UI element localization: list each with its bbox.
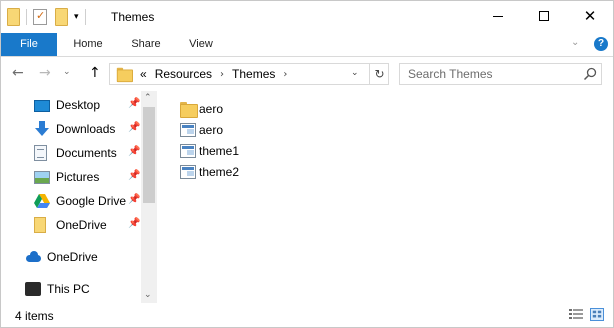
pin-icon[interactable]: 📌 bbox=[128, 122, 140, 133]
sidebar-item-desktop[interactable]: Desktop 📌 bbox=[1, 93, 141, 117]
folder-icon bbox=[116, 67, 133, 83]
tab-home[interactable]: Home bbox=[61, 33, 115, 56]
recent-locations-chevron-icon[interactable]: ⌄ bbox=[63, 67, 71, 77]
sidebar-item-label: Documents bbox=[56, 146, 117, 160]
sidebar-scrollbar[interactable]: ⌃ ⌄ bbox=[141, 91, 157, 303]
navigation-bar: ← → ⌄ ↑ « Resources › Themes › ⌄ ↻ bbox=[1, 57, 613, 91]
maximize-icon bbox=[539, 11, 549, 21]
qat-separator-2 bbox=[84, 9, 86, 25]
file-list: aero aero theme1 theme2 bbox=[158, 91, 613, 303]
theme-file-icon bbox=[180, 123, 196, 137]
list-item[interactable]: theme1 bbox=[180, 141, 239, 161]
onedrive-cloud-icon bbox=[25, 249, 41, 265]
quick-access-toolbar: ▾ bbox=[7, 7, 92, 27]
sidebar-item-pictures[interactable]: Pictures 📌 bbox=[1, 165, 141, 189]
sidebar-item-label: OneDrive bbox=[56, 218, 107, 232]
properties-button[interactable] bbox=[33, 9, 47, 25]
navigation-pane: Desktop 📌 Downloads 📌 Documents 📌 Pictur… bbox=[1, 91, 157, 303]
folder-icon bbox=[180, 102, 198, 118]
breadcrumb-overflow[interactable]: « bbox=[140, 67, 147, 81]
pin-icon[interactable]: 📌 bbox=[128, 98, 140, 109]
breadcrumb-separator-chevron-icon[interactable]: › bbox=[220, 69, 224, 80]
scrollbar-thumb[interactable] bbox=[143, 107, 155, 203]
search-box[interactable] bbox=[399, 63, 602, 85]
sidebar-item-label: Google Drive bbox=[56, 194, 127, 208]
breadcrumb-themes[interactable]: Themes bbox=[232, 67, 275, 81]
file-name: theme1 bbox=[199, 144, 240, 158]
theme-file-icon bbox=[180, 165, 196, 179]
list-item[interactable]: theme2 bbox=[180, 162, 239, 182]
details-view-icon[interactable] bbox=[569, 308, 583, 321]
expand-ribbon-chevron-icon[interactable]: ⌄ bbox=[571, 37, 579, 48]
sidebar-item-label: Downloads bbox=[56, 122, 116, 136]
search-icon[interactable] bbox=[583, 67, 597, 81]
maximize-button[interactable] bbox=[521, 1, 567, 31]
pictures-icon bbox=[34, 171, 50, 184]
minimize-button[interactable] bbox=[475, 1, 521, 31]
sidebar-item-downloads[interactable]: Downloads 📌 bbox=[1, 117, 141, 141]
desktop-icon bbox=[34, 100, 50, 112]
back-arrow-icon[interactable]: ← bbox=[12, 65, 24, 81]
breadcrumb-separator-chevron-icon[interactable]: › bbox=[283, 69, 287, 80]
pin-icon[interactable]: 📌 bbox=[128, 194, 140, 205]
list-item[interactable]: aero bbox=[180, 120, 223, 140]
pin-icon[interactable]: 📌 bbox=[128, 218, 140, 229]
documents-icon bbox=[34, 145, 47, 161]
sidebar-item-onedrive[interactable]: OneDrive bbox=[1, 245, 141, 269]
computer-icon bbox=[25, 282, 41, 296]
large-icons-view-icon[interactable] bbox=[590, 308, 604, 321]
sidebar-item-label: This PC bbox=[47, 282, 90, 296]
google-drive-icon bbox=[34, 194, 50, 208]
breadcrumb-resources[interactable]: Resources bbox=[155, 67, 212, 81]
sidebar-item-onedrive-quick[interactable]: OneDrive 📌 bbox=[1, 213, 141, 237]
folder-icon bbox=[34, 217, 46, 233]
sidebar-item-google-drive[interactable]: Google Drive 📌 bbox=[1, 189, 141, 213]
pin-icon[interactable]: 📌 bbox=[128, 146, 140, 157]
qat-separator bbox=[26, 9, 27, 25]
minimize-icon bbox=[493, 15, 503, 17]
explorer-window: ▾ Themes ✕ File Home Share View ⌄ ? ← → … bbox=[0, 0, 614, 328]
up-arrow-icon[interactable]: ↑ bbox=[89, 65, 101, 81]
customize-qat-dropdown[interactable]: ▾ bbox=[74, 12, 79, 22]
file-name: aero bbox=[199, 102, 224, 116]
help-icon[interactable]: ? bbox=[594, 37, 608, 51]
sidebar-item-label: Desktop bbox=[56, 98, 101, 112]
sidebar-item-label: Pictures bbox=[56, 170, 100, 184]
sidebar-item-this-pc[interactable]: This PC bbox=[1, 277, 141, 301]
title-bar: ▾ Themes ✕ bbox=[1, 1, 613, 33]
address-bar[interactable]: « Resources › Themes › ⌄ ↻ bbox=[109, 63, 389, 85]
sidebar-item-documents[interactable]: Documents 📌 bbox=[1, 141, 141, 165]
theme-file-icon bbox=[180, 144, 196, 158]
folder-icon bbox=[7, 8, 20, 26]
scroll-up-chevron-icon[interactable]: ⌃ bbox=[144, 93, 152, 103]
file-name: theme2 bbox=[199, 165, 240, 179]
search-input[interactable] bbox=[408, 67, 578, 81]
close-button[interactable]: ✕ bbox=[567, 1, 613, 31]
forward-arrow-icon[interactable]: → bbox=[39, 65, 51, 81]
tab-view[interactable]: View bbox=[177, 33, 225, 56]
window-title: Themes bbox=[111, 10, 155, 24]
item-count: 4 items bbox=[15, 309, 54, 323]
file-name: aero bbox=[199, 123, 224, 137]
ribbon-tabs: File Home Share View ⌄ ? bbox=[1, 33, 613, 57]
pin-icon[interactable]: 📌 bbox=[128, 170, 140, 181]
address-dropdown-chevron-icon[interactable]: ⌄ bbox=[351, 68, 359, 78]
new-folder-button[interactable] bbox=[55, 8, 68, 26]
refresh-icon[interactable]: ↻ bbox=[369, 64, 389, 84]
status-bar: 4 items bbox=[1, 303, 613, 327]
tab-file[interactable]: File bbox=[1, 33, 57, 56]
downloads-icon bbox=[34, 121, 50, 137]
scroll-down-chevron-icon[interactable]: ⌄ bbox=[144, 290, 152, 300]
close-icon: ✕ bbox=[583, 6, 597, 25]
list-item[interactable]: aero bbox=[180, 99, 223, 119]
sidebar-item-label: OneDrive bbox=[47, 250, 98, 264]
tab-share[interactable]: Share bbox=[119, 33, 173, 56]
